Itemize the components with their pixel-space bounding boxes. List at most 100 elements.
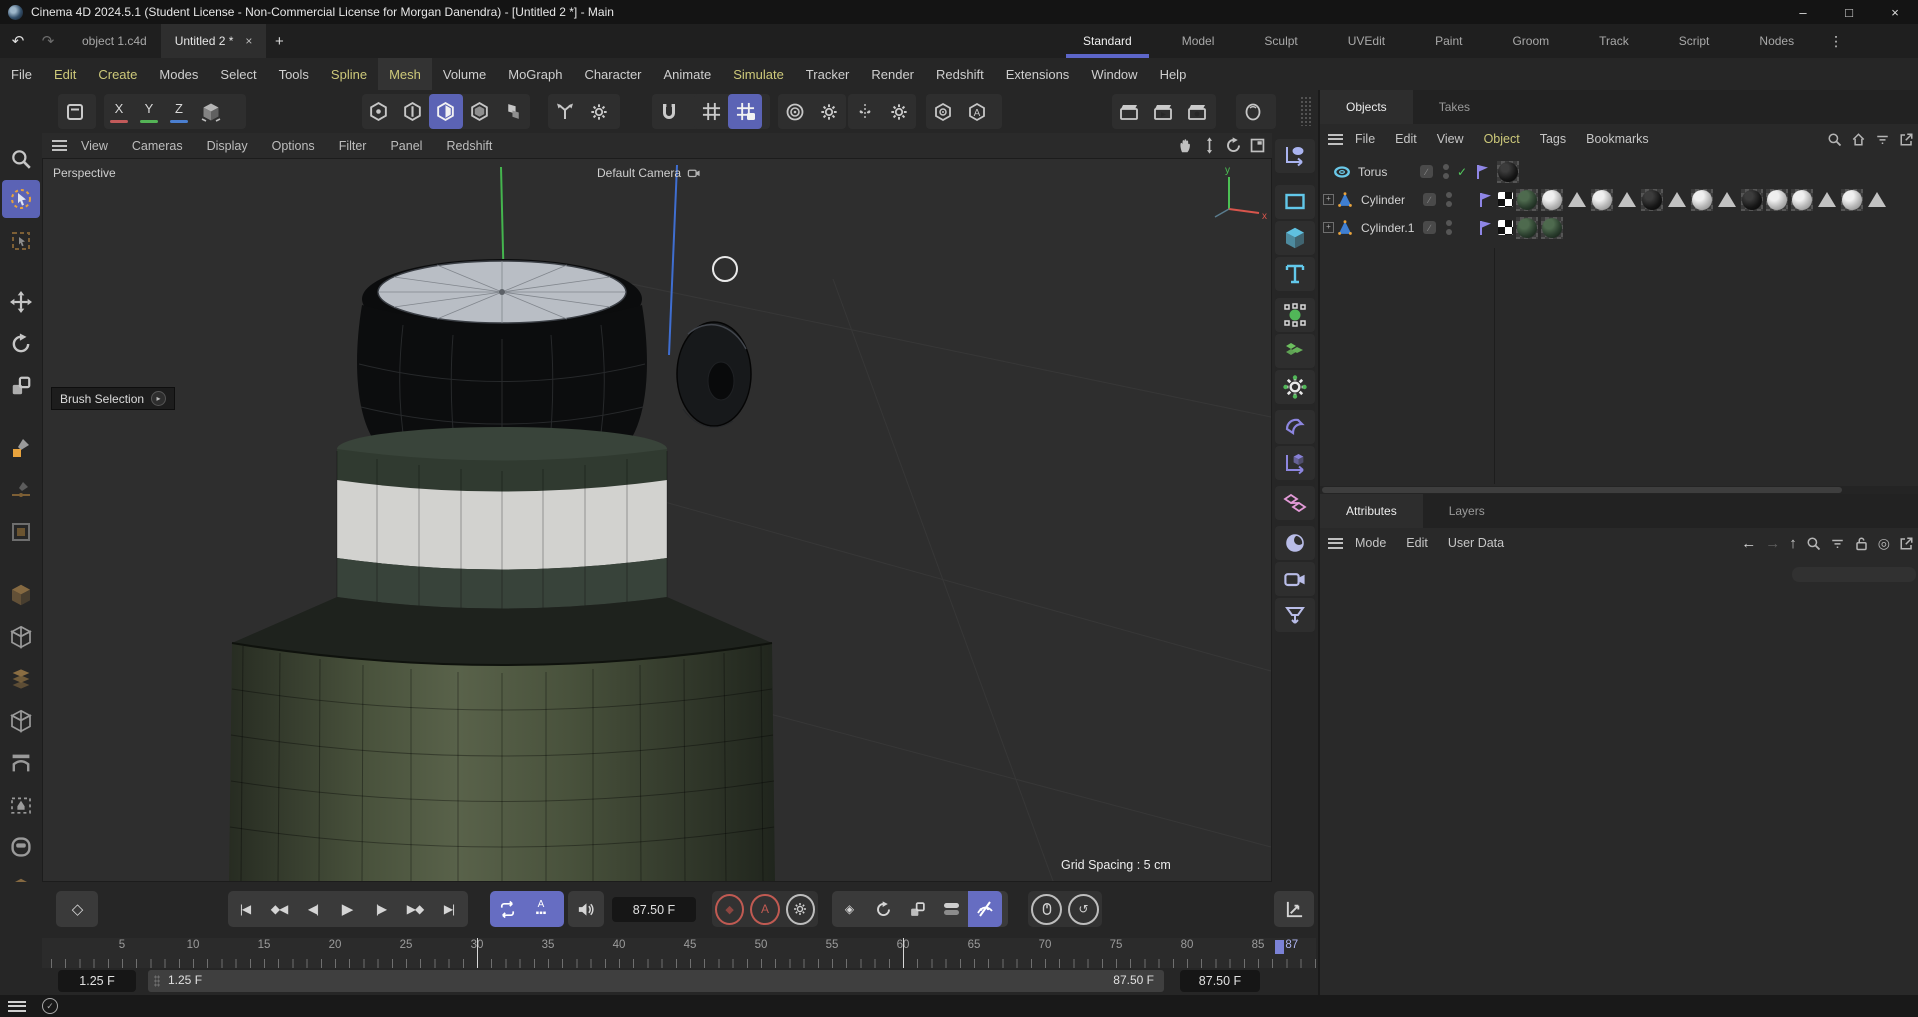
next-key-button[interactable]: ▶◆: [398, 891, 432, 927]
objects-filter-icon[interactable]: [1875, 132, 1890, 147]
object-row-torus[interactable]: Torus ∕ ✓: [1320, 158, 1918, 185]
orbit-icon[interactable]: [1225, 137, 1242, 154]
instance-button[interactable]: [1275, 486, 1315, 520]
toggle-view-icon[interactable]: [1249, 137, 1266, 154]
sketch-spline-tool[interactable]: [2, 471, 40, 509]
layout-tab-groom[interactable]: Groom: [1487, 24, 1574, 58]
attr-detach-icon[interactable]: [1899, 536, 1914, 551]
close-button[interactable]: ×: [1872, 0, 1918, 24]
cube-primitive-button[interactable]: [1275, 221, 1315, 255]
visibility-dots[interactable]: [1443, 164, 1449, 179]
symmetry-settings-gear-icon[interactable]: [882, 94, 916, 129]
pan-hand-icon[interactable]: [1177, 137, 1194, 154]
axis-modification-button[interactable]: [548, 94, 582, 129]
snap-enabled-button[interactable]: [728, 94, 762, 129]
render-to-picture-viewer-button[interactable]: [1146, 94, 1180, 129]
record-pla-disabled-button[interactable]: [968, 891, 1002, 927]
tab-objects[interactable]: Objects: [1320, 90, 1413, 124]
menu-mesh[interactable]: Mesh: [378, 58, 432, 90]
make-keyframe-button[interactable]: ◇: [56, 891, 98, 927]
spline-rectangle-button[interactable]: [1275, 185, 1315, 219]
objects-menu-object[interactable]: Object: [1474, 132, 1530, 146]
polygon-selection-tag[interactable]: [1616, 189, 1638, 211]
viewport-camera-label[interactable]: Default Camera: [597, 166, 701, 180]
current-frame-marker[interactable]: [1275, 940, 1284, 954]
layout-tab-uvedit[interactable]: UVEdit: [1323, 24, 1410, 58]
attr-forward-icon[interactable]: →: [1765, 535, 1780, 552]
previous-key-button[interactable]: ◆◀: [262, 891, 296, 927]
record-position-button[interactable]: ◈: [832, 891, 866, 927]
material-thumb-gray[interactable]: [1766, 189, 1788, 211]
expand-icon[interactable]: +: [1323, 222, 1334, 233]
polygon-selection-tag[interactable]: [1716, 189, 1738, 211]
viewport-view-label[interactable]: Perspective: [53, 166, 116, 180]
objects-menu-tags[interactable]: Tags: [1530, 132, 1576, 146]
phong-tag-icon[interactable]: [1498, 220, 1513, 235]
axis-x-lock-button[interactable]: X: [104, 94, 134, 129]
rectangle-selection-tool[interactable]: [2, 222, 40, 260]
objects-hamburger-icon[interactable]: [1328, 131, 1343, 147]
object-manager-hscrollbar[interactable]: [1320, 486, 1918, 494]
magnet-snap-button[interactable]: [652, 94, 686, 129]
loop-playback-button[interactable]: [490, 891, 524, 927]
commander-search-button[interactable]: [2, 140, 40, 178]
toolbar-grip-handle[interactable]: [1300, 96, 1312, 126]
record-during-playback-button[interactable]: [1031, 894, 1062, 925]
texture-mode-button[interactable]: [496, 94, 530, 129]
menu-mograph[interactable]: MoGraph: [497, 58, 573, 90]
weight-tool[interactable]: [2, 786, 40, 824]
new-tab-button[interactable]: +: [266, 33, 292, 50]
menu-file[interactable]: File: [0, 58, 43, 90]
layout-tab-track[interactable]: Track: [1574, 24, 1654, 58]
stage-object-button[interactable]: [1275, 598, 1315, 632]
autokey-button[interactable]: A: [750, 894, 779, 925]
viewport-hamburger-icon[interactable]: [52, 138, 67, 154]
material-thumb-gray[interactable]: [1541, 189, 1563, 211]
menu-character[interactable]: Character: [573, 58, 652, 90]
axis-settings-gear-icon[interactable]: [582, 94, 616, 129]
polygon-selection-tag[interactable]: [1866, 189, 1888, 211]
layout-tab-sculpt[interactable]: Sculpt: [1239, 24, 1322, 58]
range-end-field[interactable]: 87.50 F: [1180, 970, 1260, 992]
menu-simulate[interactable]: Simulate: [722, 58, 795, 90]
objects-menu-file[interactable]: File: [1345, 132, 1385, 146]
layout-tab-nodes[interactable]: Nodes: [1734, 24, 1819, 58]
timeline-ruler[interactable]: 51015202530354045505560657075808587: [42, 938, 1316, 968]
layout-tab-paint[interactable]: Paint: [1410, 24, 1487, 58]
render-view-button[interactable]: [1112, 94, 1146, 129]
sound-button[interactable]: [568, 891, 604, 927]
objects-search-icon[interactable]: [1827, 132, 1842, 147]
object-row-cylinder[interactable]: + Cylinder ∕: [1320, 186, 1918, 213]
objects-menu-edit[interactable]: Edit: [1385, 132, 1427, 146]
viewport-menu-filter[interactable]: Filter: [327, 139, 379, 153]
axis-y-lock-button[interactable]: Y: [134, 94, 164, 129]
doc-tab-untitled2[interactable]: Untitled 2 * ×: [161, 24, 267, 58]
menu-animate[interactable]: Animate: [653, 58, 723, 90]
viewport-canvas[interactable]: y x Perspective Default Camera Brush Sel…: [42, 158, 1272, 882]
array-generator-button[interactable]: [1275, 334, 1315, 368]
material-thumb-gray[interactable]: [1841, 189, 1863, 211]
material-thumb-black[interactable]: [1741, 189, 1763, 211]
viewport-menu-display[interactable]: Display: [195, 139, 260, 153]
play-button[interactable]: ▶: [330, 891, 364, 927]
open-fcurve-editor-button[interactable]: [1274, 891, 1314, 927]
material-thumb-gray[interactable]: [1591, 189, 1613, 211]
spline-pen-object-button[interactable]: [1275, 139, 1315, 173]
tab-layers[interactable]: Layers: [1423, 494, 1511, 528]
phong-tag-icon[interactable]: [1498, 192, 1513, 207]
edit-toggle-icon[interactable]: ∕: [1423, 193, 1436, 206]
attributes-menu-userdata[interactable]: User Data: [1438, 536, 1514, 550]
rotate-tool[interactable]: [2, 325, 40, 363]
status-hamburger-icon[interactable]: [8, 998, 26, 1014]
coordinate-system-button[interactable]: [58, 94, 92, 129]
symmetry-button[interactable]: [848, 94, 882, 129]
menu-select[interactable]: Select: [209, 58, 267, 90]
material-thumb-gray[interactable]: [1791, 189, 1813, 211]
record-rotation-button[interactable]: [866, 891, 900, 927]
selection-tag-icon[interactable]: [1478, 191, 1494, 209]
render-settings-button[interactable]: [1180, 94, 1214, 129]
viewport-menu-options[interactable]: Options: [260, 139, 327, 153]
keying-settings-button[interactable]: [786, 894, 815, 925]
attributes-menu-mode[interactable]: Mode: [1345, 536, 1396, 550]
goto-end-button[interactable]: ▶|: [432, 891, 466, 927]
